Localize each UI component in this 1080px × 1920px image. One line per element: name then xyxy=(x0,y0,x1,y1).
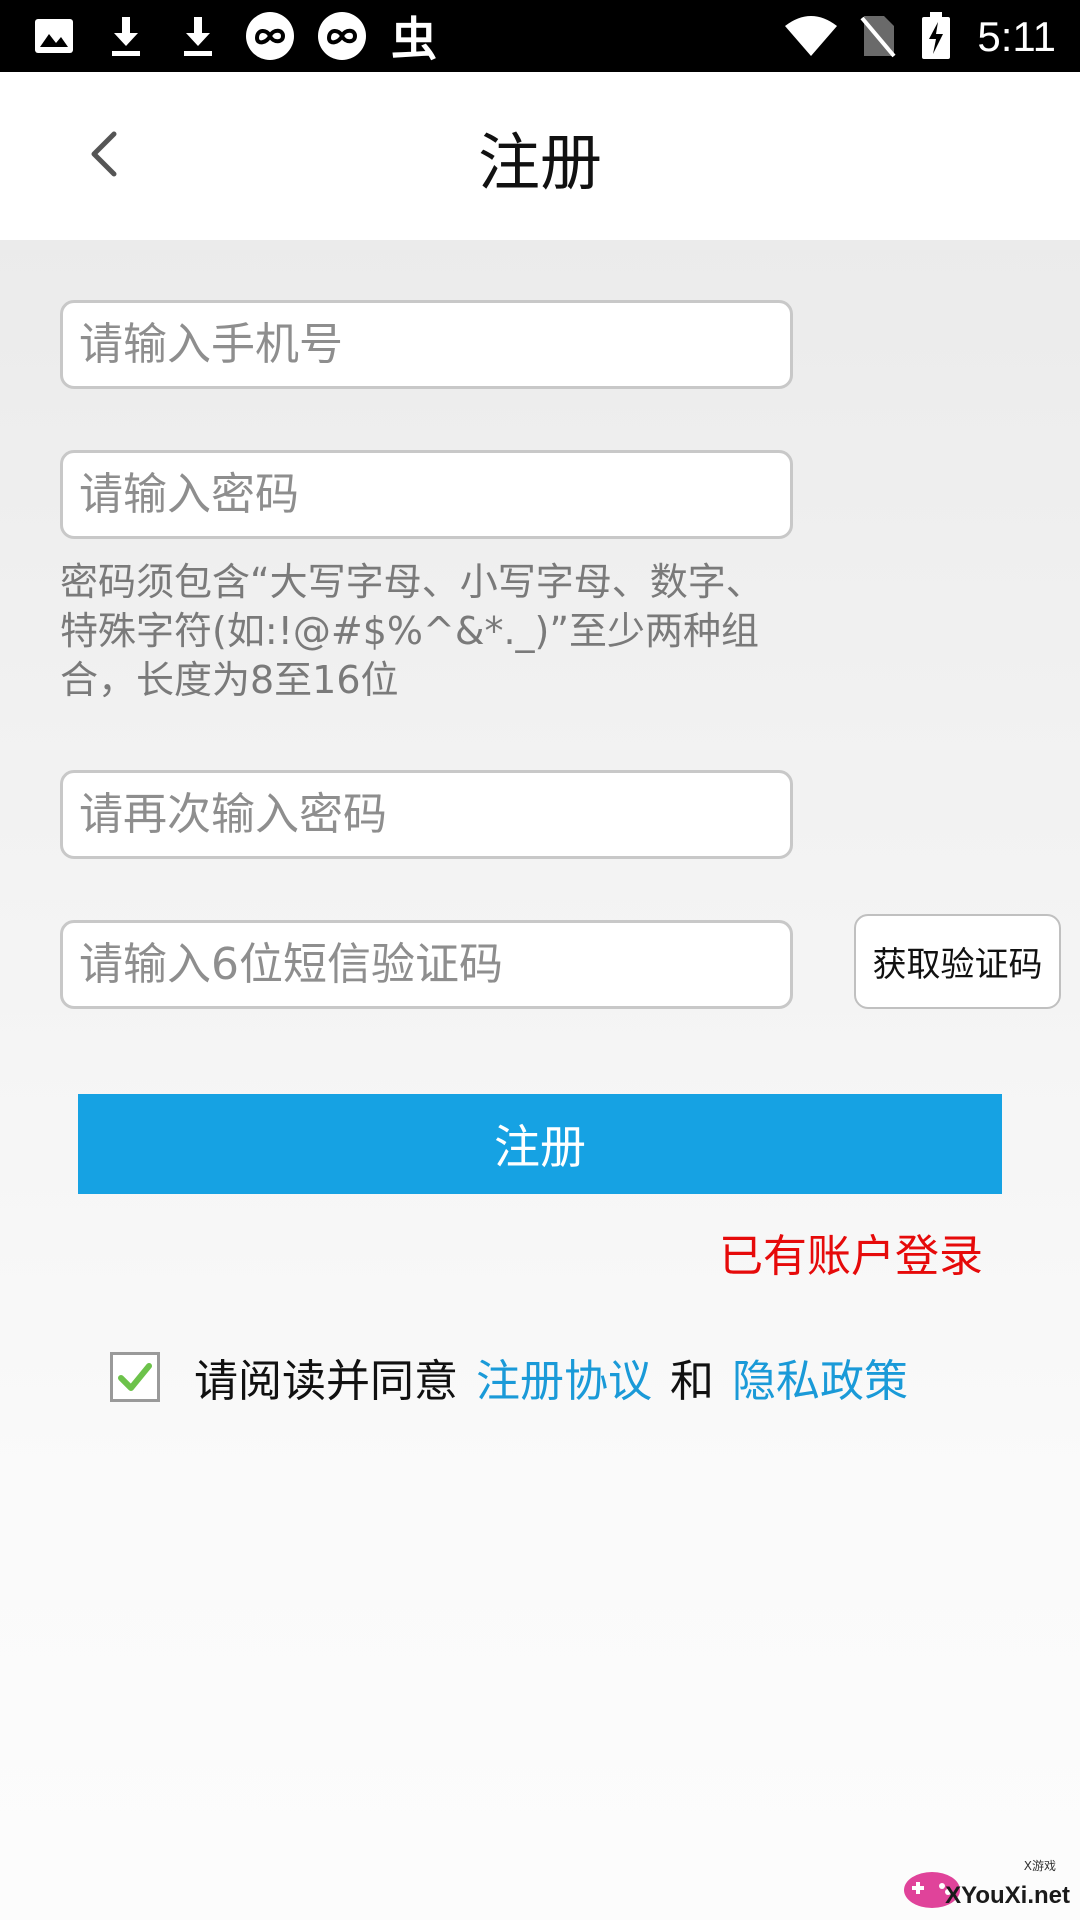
terms-link[interactable]: 注册协议 xyxy=(476,1345,652,1409)
login-link[interactable]: 已有账户登录 xyxy=(719,1220,983,1284)
no-sim-icon xyxy=(858,12,898,60)
agreement-prefix: 请阅读并同意 xyxy=(194,1356,458,1407)
app-glyph-icon: 虫 xyxy=(391,12,437,66)
password-field xyxy=(60,450,793,539)
confirm-password-input[interactable] xyxy=(63,773,790,856)
agreement-joiner: 和 xyxy=(670,1356,714,1407)
battery-charging-icon xyxy=(920,12,952,60)
status-time: 5:11 xyxy=(977,13,1056,60)
app-header: 注册 xyxy=(0,72,1080,240)
sms-code-field xyxy=(60,920,793,1009)
page-title: 注册 xyxy=(477,126,602,199)
agreement-row: 请阅读并同意 注册协议 和 隐私政策 xyxy=(110,1350,908,1407)
status-bar: 虫 5:11 xyxy=(0,0,1080,72)
password-hint: 密码须包含“大写字母、小写字母、数字、特殊字符(如:!@#$%^&*._)”至少… xyxy=(60,560,764,702)
privacy-link[interactable]: 隐私政策 xyxy=(732,1345,908,1409)
agreement-checkbox[interactable] xyxy=(110,1352,160,1402)
download-icon xyxy=(106,12,146,60)
infinity-badge-icon xyxy=(244,12,296,60)
wifi-icon xyxy=(782,12,840,60)
download-icon xyxy=(178,12,218,60)
watermark-small-text: X游戏 xyxy=(1023,1859,1056,1873)
phone-field xyxy=(60,300,793,389)
watermark: X游戏 XYouXi.net xyxy=(902,1854,1070,1912)
get-code-button[interactable]: 获取验证码 xyxy=(854,914,1061,1009)
infinity-badge-icon xyxy=(316,12,368,60)
register-button[interactable]: 注册 xyxy=(78,1094,1002,1194)
confirm-password-field xyxy=(60,770,793,859)
watermark-text: XYouXi.net xyxy=(945,1882,1070,1909)
phone-input[interactable] xyxy=(63,303,790,386)
image-icon xyxy=(34,12,74,60)
password-input[interactable] xyxy=(63,453,790,536)
checkmark-icon xyxy=(118,1363,152,1391)
sms-code-input[interactable] xyxy=(63,923,790,1006)
